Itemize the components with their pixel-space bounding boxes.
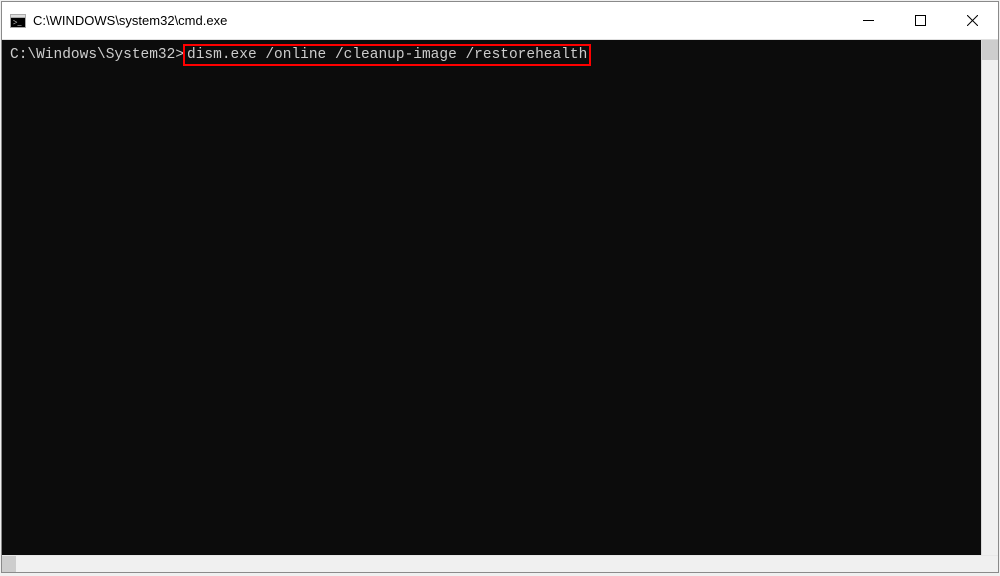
prompt-line: C:\Windows\System32>dism.exe /online /cl… [2,44,981,66]
cmd-window: >_ C:\WINDOWS\system32\cmd.exe C:\Window… [1,1,999,573]
client-area: C:\Windows\System32>dism.exe /online /cl… [2,40,998,555]
maximize-button[interactable] [894,2,946,39]
window-title: C:\WINDOWS\system32\cmd.exe [33,13,842,28]
horizontal-scroll-track[interactable] [16,556,981,572]
prompt-text: C:\Windows\System32> [10,47,184,63]
minimize-button[interactable] [842,2,894,39]
cmd-icon: >_ [10,13,26,29]
command-highlight: dism.exe /online /cleanup-image /restore… [183,44,591,66]
close-button[interactable] [946,2,998,39]
horizontal-scrollbar-area [2,555,998,572]
window-controls [842,2,998,39]
titlebar[interactable]: >_ C:\WINDOWS\system32\cmd.exe [2,2,998,40]
horizontal-scroll-thumb[interactable] [2,556,16,572]
scrollbar-corner [981,556,998,572]
console-output[interactable]: C:\Windows\System32>dism.exe /online /cl… [2,40,981,555]
svg-text:>_: >_ [13,18,23,27]
vertical-scroll-thumb[interactable] [982,40,998,60]
vertical-scrollbar[interactable] [981,40,998,555]
